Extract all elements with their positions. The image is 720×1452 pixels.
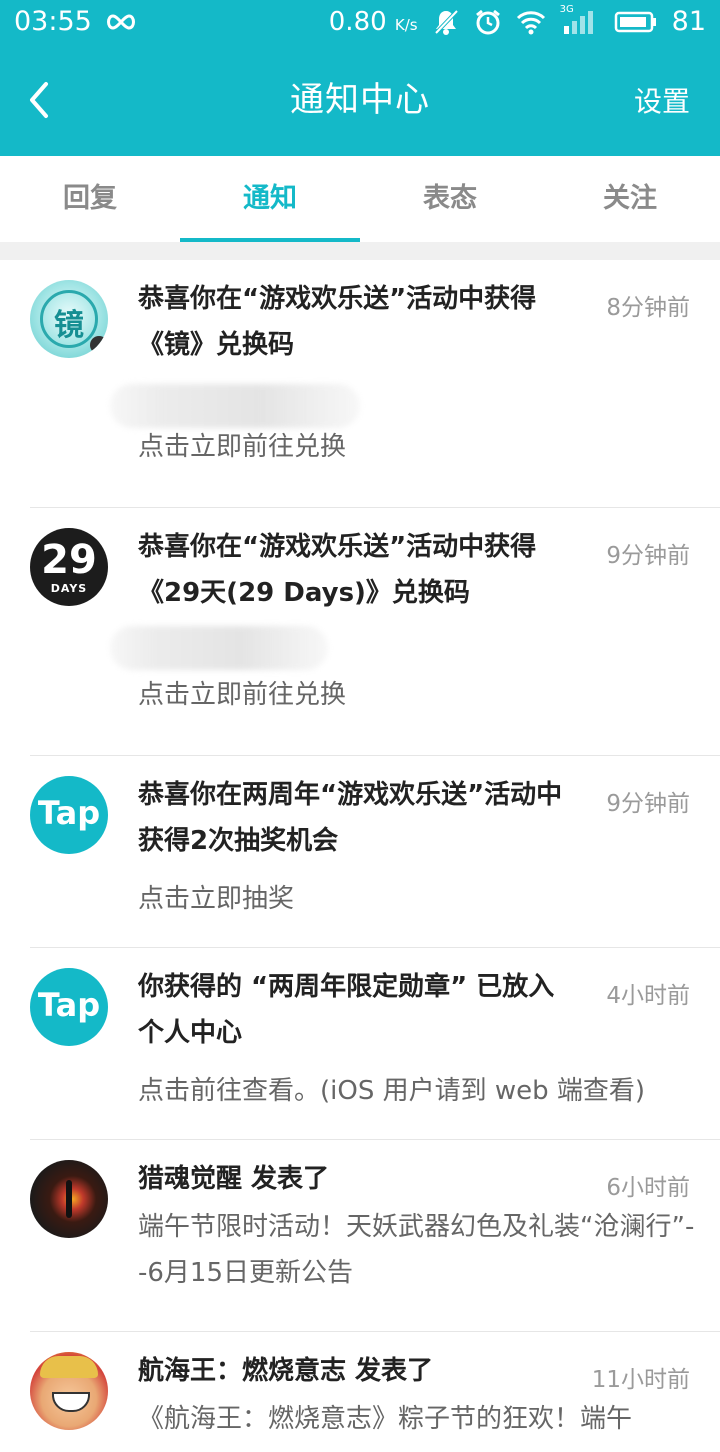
- wifi-icon: [516, 10, 545, 34]
- avatar-glyph: 29: [41, 537, 97, 583]
- notification-time: 11小时前: [591, 1367, 690, 1393]
- avatar-glyph: Tap: [37, 794, 101, 832]
- status-left: 03:55: [14, 6, 138, 37]
- game-avatar-29-days[interactable]: 29 DAYS: [30, 528, 108, 606]
- tab-divider: [0, 242, 720, 260]
- tab-reactions[interactable]: 表态: [360, 156, 540, 242]
- bell-off-icon: [434, 9, 459, 35]
- tab-bar: 回复 通知 表态 关注: [0, 156, 720, 242]
- tab-replies[interactable]: 回复: [0, 156, 180, 242]
- list-item[interactable]: 镜 恭喜你在“游戏欢乐送”活动中获得《镜》兑换码 8分钟前 点击立即前往兑换: [30, 260, 720, 508]
- taptap-avatar[interactable]: Tap: [30, 968, 108, 1046]
- list-item[interactable]: 猎魂觉醒 发表了 6小时前 端午节限时活动！天妖武器幻色及礼装“沧澜行”--6月…: [30, 1140, 720, 1332]
- list-item[interactable]: Tap 你获得的 “两周年限定勋章” 已放入个人中心 4小时前 点击前往查看。(…: [30, 948, 720, 1140]
- app-bar: 通知中心 设置: [0, 44, 720, 156]
- notification-action[interactable]: 点击前往查看。(iOS 用户请到 web 端查看): [138, 1068, 698, 1114]
- notification-action[interactable]: 点击立即前往兑换: [138, 672, 698, 718]
- notification-time: 4小时前: [606, 983, 690, 1009]
- alarm-clock-icon: [475, 9, 500, 34]
- notification-title: 恭喜你在“游戏欢乐送”活动中获得《镜》兑换码: [138, 284, 537, 360]
- status-right: 0.80 K/s 3G 81: [328, 4, 706, 38]
- page-title: 通知中心: [290, 80, 430, 120]
- notification-list: 镜 恭喜你在“游戏欢乐送”活动中获得《镜》兑换码 8分钟前 点击立即前往兑换 2…: [0, 260, 720, 1452]
- taptap-avatar[interactable]: Tap: [30, 776, 108, 854]
- network-type: 3G: [560, 4, 600, 36]
- notification-content[interactable]: 端午节限时活动！天妖武器幻色及礼装“沧澜行”--6月15日更新公告: [138, 1204, 698, 1296]
- status-time: 03:55: [14, 6, 92, 37]
- tab-notifications[interactable]: 通知: [180, 156, 360, 242]
- settings-button[interactable]: 设置: [634, 80, 690, 120]
- network-speed: 0.80 K/s: [328, 6, 418, 37]
- notification-title: 航海王：燃烧意志 发表了: [138, 1356, 434, 1386]
- notification-title: 恭喜你在“游戏欢乐送”活动中获得《29天(29 Days)》兑换码: [138, 532, 537, 608]
- notification-time: 8分钟前: [606, 295, 690, 321]
- list-item[interactable]: Tap 恭喜你在两周年“游戏欢乐送”活动中获得2次抽奖机会 9分钟前 点击立即抽…: [30, 756, 720, 948]
- list-item[interactable]: 29 DAYS 恭喜你在“游戏欢乐送”活动中获得《29天(29 Days)》兑换…: [30, 508, 720, 756]
- game-avatar-one-piece[interactable]: [30, 1352, 108, 1430]
- notification-time: 9分钟前: [606, 543, 690, 569]
- signal-icon: [563, 10, 593, 34]
- status-bar: 03:55 0.80 K/s 3G 81: [0, 0, 720, 44]
- notification-title: 你获得的 “两周年限定勋章” 已放入个人中心: [138, 972, 555, 1048]
- redacted-code: [110, 384, 360, 428]
- battery-icon: [614, 11, 656, 32]
- avatar-subtext: DAYS: [50, 582, 88, 595]
- infinity-icon: [106, 13, 135, 30]
- notification-title: 猎魂觉醒 发表了: [138, 1164, 330, 1194]
- game-avatar-hunter[interactable]: [30, 1160, 108, 1238]
- battery-level: 81: [671, 6, 706, 37]
- notification-title: 恭喜你在两周年“游戏欢乐送”活动中获得2次抽奖机会: [138, 780, 563, 856]
- notification-time: 9分钟前: [606, 791, 690, 817]
- avatar-glyph: Tap: [37, 986, 101, 1024]
- notification-action[interactable]: 点击立即抽奖: [138, 876, 698, 922]
- notification-action[interactable]: 点击立即前往兑换: [138, 424, 698, 470]
- notification-time: 6小时前: [606, 1175, 690, 1201]
- tab-follows[interactable]: 关注: [540, 156, 720, 242]
- list-item[interactable]: 航海王：燃烧意志 发表了 11小时前 《航海王：燃烧意志》粽子节的狂欢！端午: [30, 1332, 720, 1452]
- game-avatar-jing[interactable]: 镜: [30, 280, 108, 358]
- redacted-code: [110, 626, 328, 670]
- notification-content[interactable]: 《航海王：燃烧意志》粽子节的狂欢！端午: [138, 1396, 698, 1442]
